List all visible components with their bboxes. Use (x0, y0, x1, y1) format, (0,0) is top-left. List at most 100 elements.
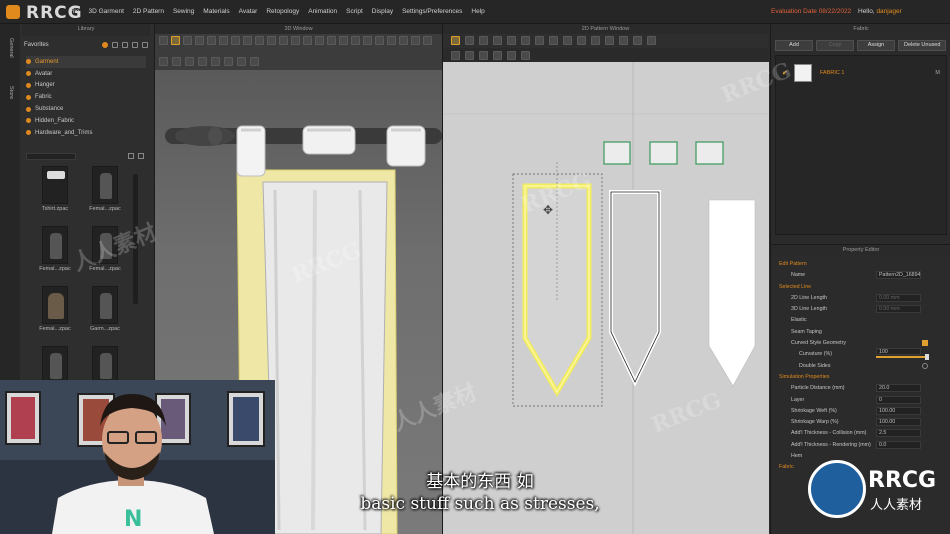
grid-view-icon[interactable] (132, 42, 138, 48)
2d-tool-5-icon[interactable] (507, 36, 516, 45)
3d-secondary-tool-7-icon[interactable] (237, 57, 246, 66)
3d-tool-17-icon[interactable] (351, 36, 360, 45)
refresh-icon[interactable] (138, 153, 144, 159)
side-tab-general[interactable]: General (8, 38, 14, 58)
3d-tool-19-icon[interactable] (375, 36, 384, 45)
2d-secondary-tool-5-icon[interactable] (507, 51, 516, 60)
3d-tool-4-icon[interactable] (195, 36, 204, 45)
3d-tool-22-icon[interactable] (411, 36, 420, 45)
3d-tool-15-icon[interactable] (327, 36, 336, 45)
3d-secondary-tool-8-icon[interactable] (250, 57, 259, 66)
delete-unused-button[interactable]: Delete Unused (898, 40, 946, 51)
pattern-solid[interactable] (708, 199, 756, 387)
property-row[interactable]: Selected Line (779, 282, 949, 293)
property-value-input[interactable]: 2.5 (876, 429, 921, 438)
garment-thumbnail[interactable] (92, 166, 118, 204)
3d-tool-11-icon[interactable] (279, 36, 288, 45)
property-value-input[interactable]: 0 (876, 395, 921, 404)
property-value-input[interactable]: Pattern2D_16894 (876, 271, 921, 280)
3d-secondary-tool-5-icon[interactable] (211, 57, 220, 66)
menu-file[interactable]: File (69, 8, 79, 15)
3d-tool-2-icon[interactable] (171, 36, 180, 45)
star-icon[interactable] (102, 42, 108, 48)
2d-secondary-tool-2-icon[interactable] (465, 51, 474, 60)
property-value-input[interactable]: 100.00 (876, 418, 921, 427)
banner-tab-left[interactable] (236, 125, 266, 177)
pattern-outline-copy[interactable] (609, 190, 661, 387)
3d-tool-13-icon[interactable] (303, 36, 312, 45)
tree-item-avatar[interactable]: Avatar (26, 68, 146, 80)
2d-canvas[interactable]: ✥ (443, 62, 769, 534)
3d-tool-16-icon[interactable] (339, 36, 348, 45)
3d-tool-14-icon[interactable] (315, 36, 324, 45)
2d-tool-1-icon[interactable] (451, 36, 460, 45)
2d-secondary-tool-4-icon[interactable] (493, 51, 502, 60)
copy-fabric-button[interactable]: Copy (816, 40, 854, 51)
3d-secondary-tool-4-icon[interactable] (198, 57, 207, 66)
property-value-input[interactable]: 100.00 (876, 406, 921, 415)
garment-thumbnail[interactable] (42, 286, 68, 324)
menu-help[interactable]: Help (471, 8, 484, 15)
tree-item-garment[interactable]: Garment (26, 56, 146, 68)
library-item[interactable]: Garm...zpac (80, 286, 130, 338)
user-greeting[interactable]: Hello, danjager (858, 8, 902, 15)
property-toggle[interactable] (922, 362, 928, 369)
menu-materials[interactable]: Materials (203, 8, 229, 15)
tree-item-hidden-fabric[interactable]: Hidden_Fabric (26, 115, 146, 127)
2d-tool-9-icon[interactable] (563, 36, 572, 45)
fabric-list-item[interactable]: ✔ FABRIC 1 M (780, 64, 944, 86)
2d-tool-14-icon[interactable] (633, 36, 642, 45)
tree-item-hanger[interactable]: Hanger (26, 80, 146, 92)
2d-pattern-canvas[interactable]: ✥ (443, 62, 769, 534)
3d-tool-10-icon[interactable] (267, 36, 276, 45)
2d-tool-3-icon[interactable] (479, 36, 488, 45)
menu-script[interactable]: Script (346, 8, 363, 15)
3d-secondary-tool-2-icon[interactable] (172, 57, 181, 66)
2d-tool-11-icon[interactable] (591, 36, 600, 45)
garment-thumbnail[interactable] (92, 226, 118, 264)
back-icon[interactable] (128, 153, 134, 159)
pattern-selected[interactable] (522, 183, 592, 397)
curvature-slider[interactable] (876, 356, 928, 359)
3d-tool-18-icon[interactable] (363, 36, 372, 45)
3d-tool-23-icon[interactable] (423, 36, 432, 45)
2d-tool-15-icon[interactable] (647, 36, 656, 45)
menu-sewing[interactable]: Sewing (173, 8, 194, 15)
tree-item-fabric[interactable]: Fabric (26, 91, 146, 103)
side-tab-store[interactable]: Store (8, 86, 14, 99)
menu-display[interactable]: Display (372, 8, 393, 15)
pattern-tab-2[interactable] (649, 141, 678, 165)
add-folder-icon[interactable] (112, 42, 118, 48)
list-view-icon[interactable] (142, 42, 148, 48)
tree-item-hardware-and-trims[interactable]: Hardware_and_Trims (26, 127, 146, 139)
2d-tool-6-icon[interactable] (521, 36, 530, 45)
library-item[interactable]: Femal...zpac (80, 166, 130, 218)
3d-tool-20-icon[interactable] (387, 36, 396, 45)
library-search-input[interactable] (26, 153, 76, 160)
3d-secondary-tool-6-icon[interactable] (224, 57, 233, 66)
3d-tool-7-icon[interactable] (231, 36, 240, 45)
add-fabric-button[interactable]: Add (775, 40, 813, 51)
garment-thumbnail[interactable] (42, 226, 68, 264)
menu-retopology[interactable]: Retopology (266, 8, 299, 15)
garment-thumbnail[interactable] (92, 286, 118, 324)
garment-thumbnail[interactable] (42, 346, 68, 384)
2d-tool-12-icon[interactable] (605, 36, 614, 45)
2d-tool-2-icon[interactable] (465, 36, 474, 45)
menu-2d-pattern[interactable]: 2D Pattern (133, 8, 164, 15)
property-value-input[interactable]: 0.00 mm (876, 293, 921, 302)
3d-tool-9-icon[interactable] (255, 36, 264, 45)
library-item[interactable]: Femal...zpac (80, 226, 130, 278)
3d-tool-3-icon[interactable] (183, 36, 192, 45)
upload-icon[interactable] (122, 42, 128, 48)
banner-tab-right[interactable] (386, 125, 426, 167)
2d-tool-13-icon[interactable] (619, 36, 628, 45)
2d-secondary-tool-3-icon[interactable] (479, 51, 488, 60)
property-value-input[interactable]: 0.0 (876, 440, 921, 449)
username[interactable]: danjager (876, 8, 901, 15)
assign-fabric-button[interactable]: Assign (857, 40, 895, 51)
app-logo-icon[interactable] (6, 5, 20, 19)
fabric-swatch[interactable] (794, 64, 812, 82)
library-item[interactable]: Tshirt.zpac (30, 166, 80, 218)
tree-item-substance[interactable]: Substance (26, 103, 146, 115)
